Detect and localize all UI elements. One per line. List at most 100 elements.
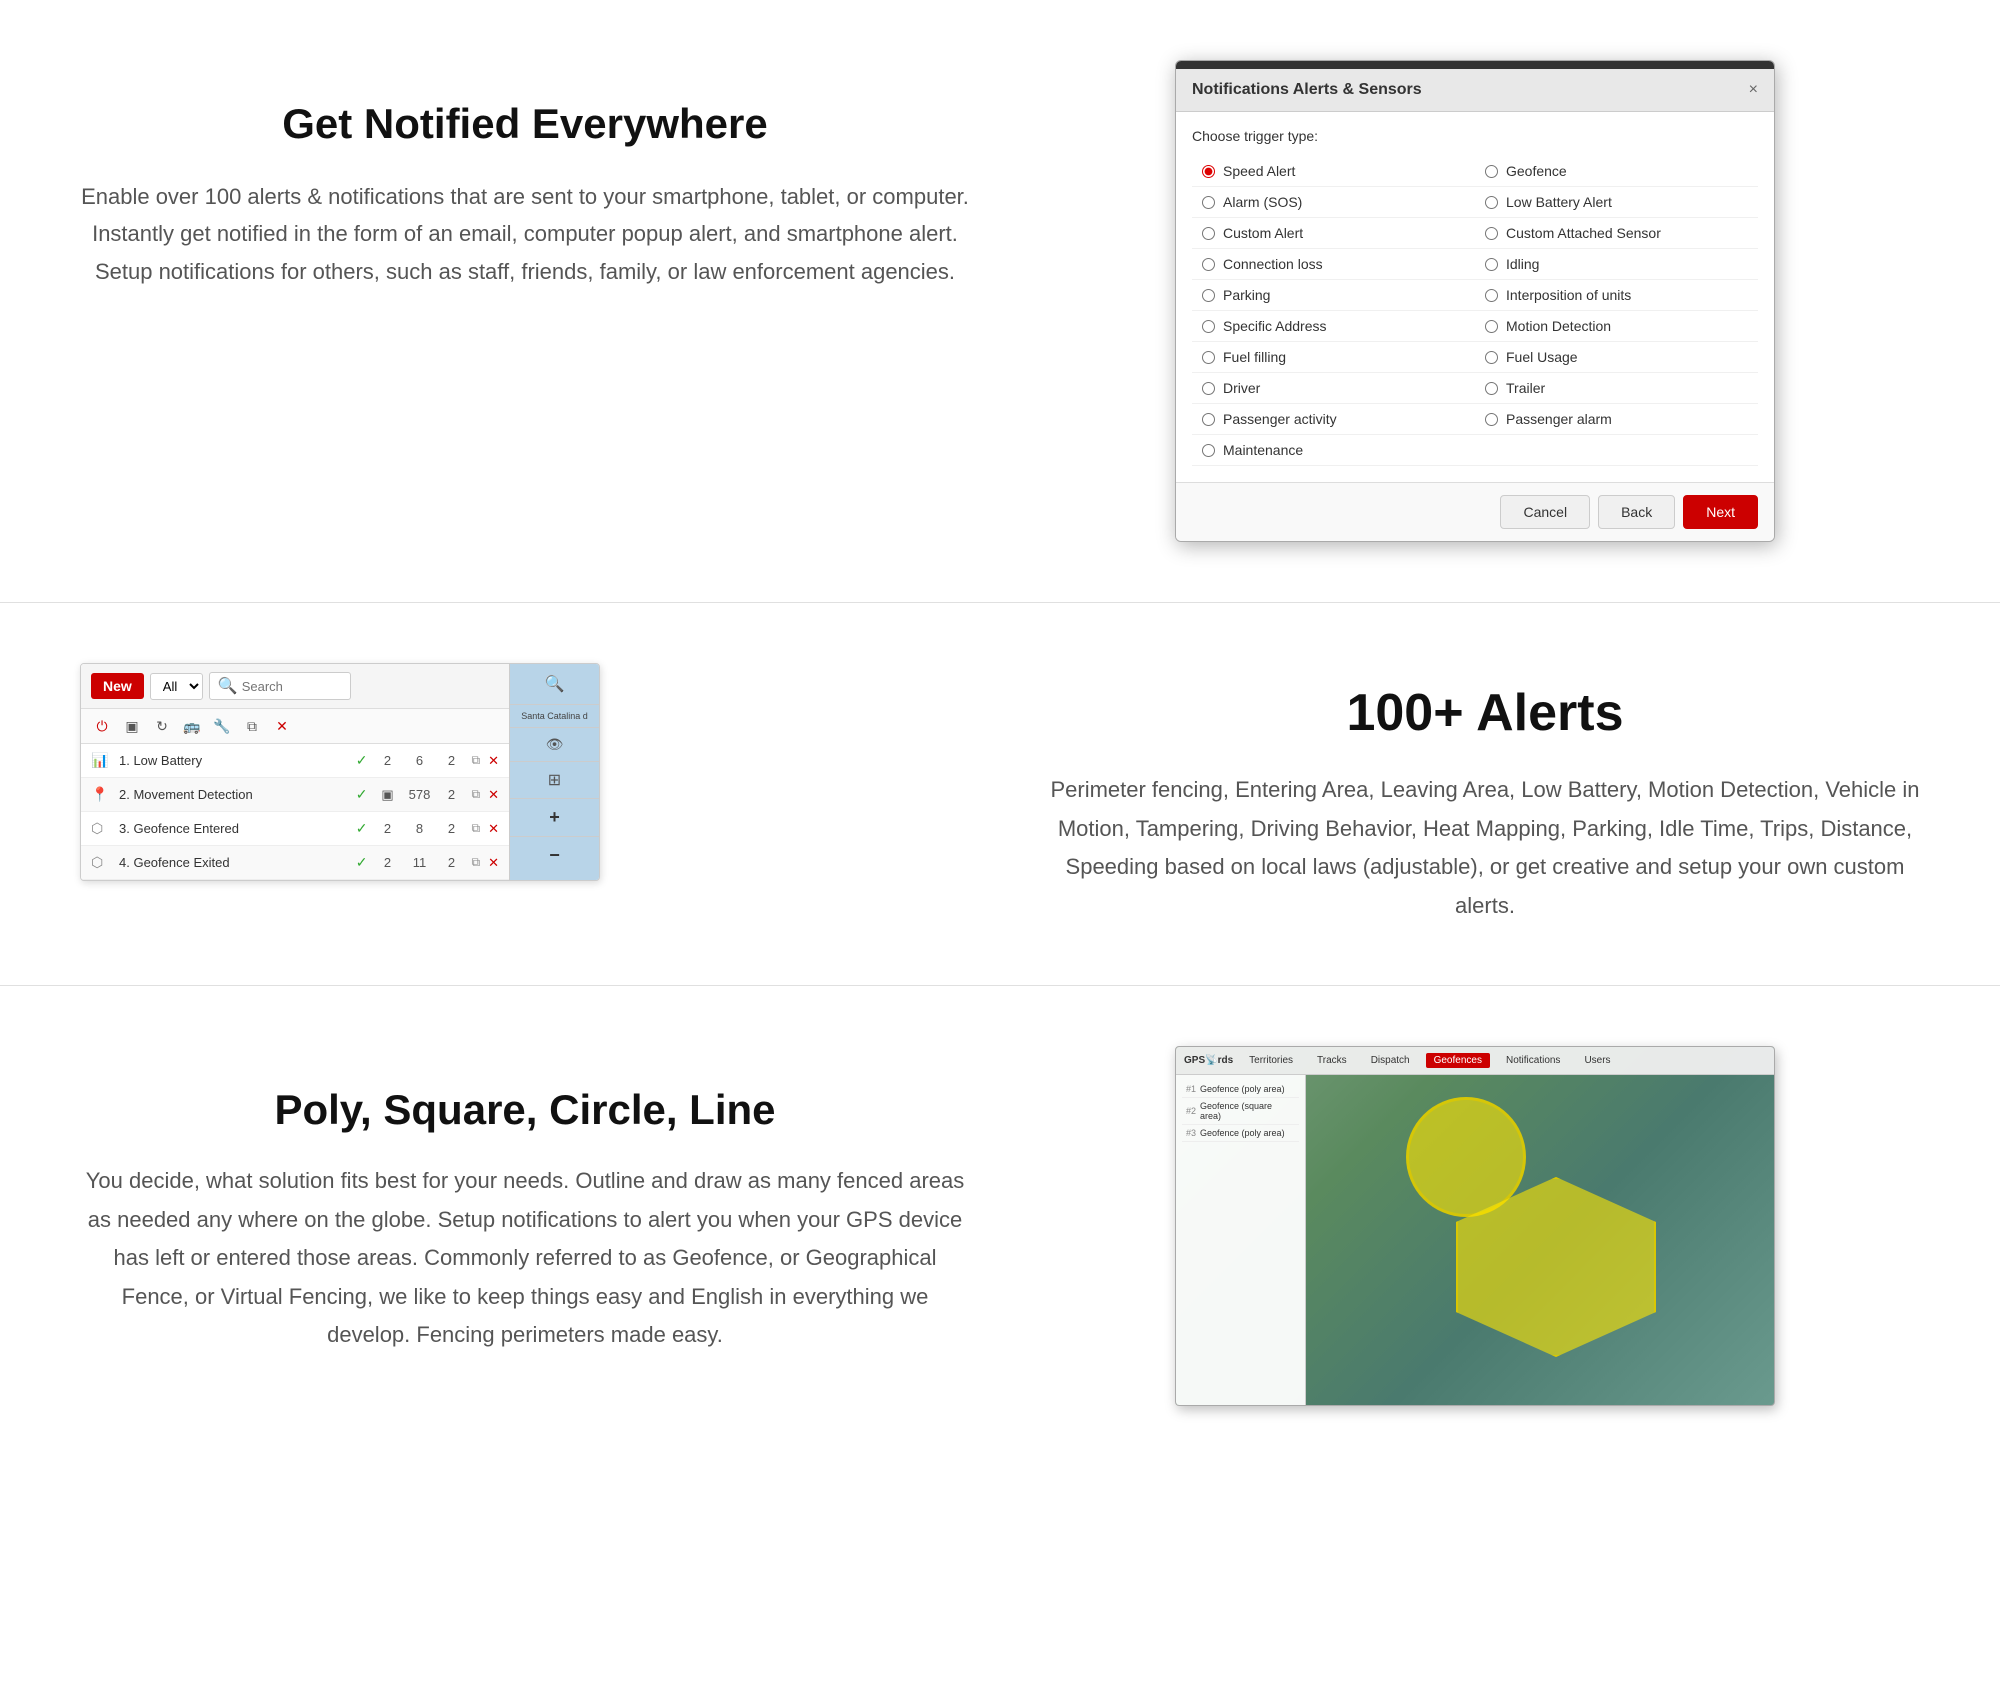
modal-option-specific-address[interactable]: Specific Address [1192, 311, 1475, 342]
icon-action-row: ⏻ ▣ ↻ 🚌 🔧 ⧉ ✕ [81, 709, 509, 744]
bus-icon[interactable]: 🚌 [181, 715, 203, 737]
modal-option-fuel-filling[interactable]: Fuel filling [1192, 342, 1475, 373]
geofence-map-wrapper: GPS📡rds Territories Tracks Dispatch Geof… [1030, 1046, 1920, 1406]
mini-map-zoom-out-button[interactable]: − [510, 837, 599, 874]
refresh-icon[interactable]: ↻ [151, 715, 173, 737]
mini-map-panel: 🔍 Santa Catalina d 👁 ⊞ + − [509, 664, 599, 880]
geofence-num-1: #1 [1186, 1084, 1196, 1094]
geofence-list-row-1: #1 Geofence (poly area) [1182, 1081, 1299, 1098]
modal-option-fuel-usage[interactable]: Fuel Usage [1475, 342, 1758, 373]
modal-option-parking[interactable]: Parking [1192, 280, 1475, 311]
alert-delete-icon-3[interactable]: ✕ [488, 821, 499, 837]
modal-close-button[interactable]: × [1749, 81, 1758, 99]
alert-filter-select[interactable]: All [150, 673, 203, 700]
tab-dispatch[interactable]: Dispatch [1363, 1053, 1418, 1068]
alert-delete-icon-4[interactable]: ✕ [488, 855, 499, 871]
app-logo: GPS📡rds [1184, 1055, 1233, 1066]
alert-type-icon-3: ⬡ [91, 820, 111, 837]
modal-option-driver[interactable]: Driver [1192, 373, 1475, 404]
modal-option-maintenance[interactable]: Maintenance [1192, 435, 1475, 466]
modal-top-bar [1176, 61, 1774, 69]
modal-option-geofence[interactable]: Geofence [1475, 156, 1758, 187]
geofence-list-row-3: #3 Geofence (poly area) [1182, 1125, 1299, 1142]
alert-val3-1: 2 [440, 753, 464, 768]
alert-val2-2: 578 [408, 787, 432, 802]
tab-territories[interactable]: Territories [1241, 1053, 1301, 1068]
geofence-name-1: Geofence (poly area) [1200, 1084, 1285, 1094]
modal-option-motion-detection[interactable]: Motion Detection [1475, 311, 1758, 342]
section-alerts: New All 🔍 ⏻ ▣ ↻ 🚌 [0, 603, 2000, 986]
alerts-heading: 100+ Alerts [1050, 683, 1920, 743]
modal-title: Notifications Alerts & Sensors [1192, 81, 1422, 99]
new-alert-button[interactable]: New [91, 673, 144, 699]
modal-option-alarm-sos[interactable]: Alarm (SOS) [1192, 187, 1475, 218]
tab-geofences[interactable]: Geofences [1426, 1053, 1490, 1068]
tab-notifications[interactable]: Notifications [1498, 1053, 1568, 1068]
alert-val1-3: 2 [376, 821, 400, 836]
modal-option-passenger-alarm[interactable]: Passenger alarm [1475, 404, 1758, 435]
modal-option-connection-loss[interactable]: Connection loss [1192, 249, 1475, 280]
alert-val3-4: 2 [440, 855, 464, 870]
mini-map-search-icon[interactable]: 🔍 [510, 664, 599, 705]
alert-check-1: ✓ [356, 752, 368, 769]
alert-panel: New All 🔍 ⏻ ▣ ↻ 🚌 [80, 663, 600, 881]
alert-row-2: 📍 2. Movement Detection ✓ ▣ 578 2 ⧉ ✕ [81, 778, 509, 812]
modal-option-speed-alert[interactable]: Speed Alert [1192, 156, 1475, 187]
geofence-list-panel: #1 Geofence (poly area) #2 Geofence (squ… [1176, 1075, 1306, 1405]
alert-check-2: ✓ [356, 786, 368, 803]
search-input[interactable] [242, 679, 342, 694]
next-button[interactable]: Next [1683, 495, 1758, 529]
modal-option-interposition[interactable]: Interposition of units [1475, 280, 1758, 311]
modal-options-grid: Speed Alert Geofence Alarm (SOS) Low Bat… [1192, 156, 1758, 466]
section-notify: Get Notified Everywhere Enable over 100 … [0, 0, 2000, 603]
alert-val3-3: 2 [440, 821, 464, 836]
cancel-button[interactable]: Cancel [1500, 495, 1590, 529]
modal-option-low-battery-alert[interactable]: Low Battery Alert [1475, 187, 1758, 218]
modal-option-custom-attached-sensor[interactable]: Custom Attached Sensor [1475, 218, 1758, 249]
alert-table: New All 🔍 ⏻ ▣ ↻ 🚌 [81, 664, 509, 880]
modal-body: Choose trigger type: Speed Alert Geofenc… [1176, 112, 1774, 482]
mini-map-zoom-in-button[interactable]: + [510, 799, 599, 837]
modal-option-idling[interactable]: Idling [1475, 249, 1758, 280]
alert-copy-icon-4[interactable]: ⧉ [472, 855, 481, 870]
alert-row-1: 📊 1. Low Battery ✓ 2 6 2 ⧉ ✕ [81, 744, 509, 778]
mini-map-eye-icon[interactable]: 👁 [510, 728, 599, 762]
power-icon[interactable]: ⏻ [91, 715, 113, 737]
monitor-icon[interactable]: ▣ [121, 715, 143, 737]
alert-name-4: 4. Geofence Exited [119, 855, 348, 870]
alert-copy-icon-1[interactable]: ⧉ [472, 753, 481, 768]
alert-delete-icon-2[interactable]: ✕ [488, 787, 499, 803]
tool-icon[interactable]: 🔧 [211, 715, 233, 737]
alert-copy-icon-2[interactable]: ⧉ [472, 787, 481, 802]
alert-name-2: 2. Movement Detection [119, 787, 348, 802]
alert-delete-icon-1[interactable]: ✕ [488, 753, 499, 769]
modal-option-trailer[interactable]: Trailer [1475, 373, 1758, 404]
alert-copy-icon-3[interactable]: ⧉ [472, 821, 481, 836]
alerts-description: Perimeter fencing, Entering Area, Leavin… [1050, 771, 1920, 925]
copy-icon[interactable]: ⧉ [241, 715, 263, 737]
back-button[interactable]: Back [1598, 495, 1675, 529]
alert-val3-2: 2 [440, 787, 464, 802]
geofence-num-3: #3 [1186, 1128, 1196, 1138]
modal-option-passenger-activity[interactable]: Passenger activity [1192, 404, 1475, 435]
map-top-bar: GPS📡rds Territories Tracks Dispatch Geof… [1176, 1047, 1774, 1075]
delete-all-icon[interactable]: ✕ [271, 715, 293, 737]
notify-text-block: Get Notified Everywhere Enable over 100 … [80, 60, 1030, 290]
modal-option-custom-alert[interactable]: Custom Alert [1192, 218, 1475, 249]
search-box: 🔍 [209, 672, 351, 700]
alert-val2-3: 8 [408, 821, 432, 836]
mini-map-layers-icon[interactable]: ⊞ [510, 762, 599, 799]
alert-check-4: ✓ [356, 854, 368, 871]
alert-val2-1: 6 [408, 753, 432, 768]
alert-type-icon-1: 📊 [91, 752, 111, 769]
alert-val1-2: ▣ [376, 787, 400, 803]
alert-val2-4: 11 [408, 855, 432, 870]
tab-tracks[interactable]: Tracks [1309, 1053, 1355, 1068]
search-icon: 🔍 [218, 676, 238, 696]
alerts-text-block: 100+ Alerts Perimeter fencing, Entering … [990, 663, 1920, 925]
geofence-name-2: Geofence (square area) [1200, 1101, 1295, 1121]
modal-wrapper: Notifications Alerts & Sensors × Choose … [1030, 60, 1920, 542]
tab-users[interactable]: Users [1576, 1053, 1618, 1068]
alert-type-icon-2: 📍 [91, 786, 111, 803]
geofence-list-row-2: #2 Geofence (square area) [1182, 1098, 1299, 1125]
